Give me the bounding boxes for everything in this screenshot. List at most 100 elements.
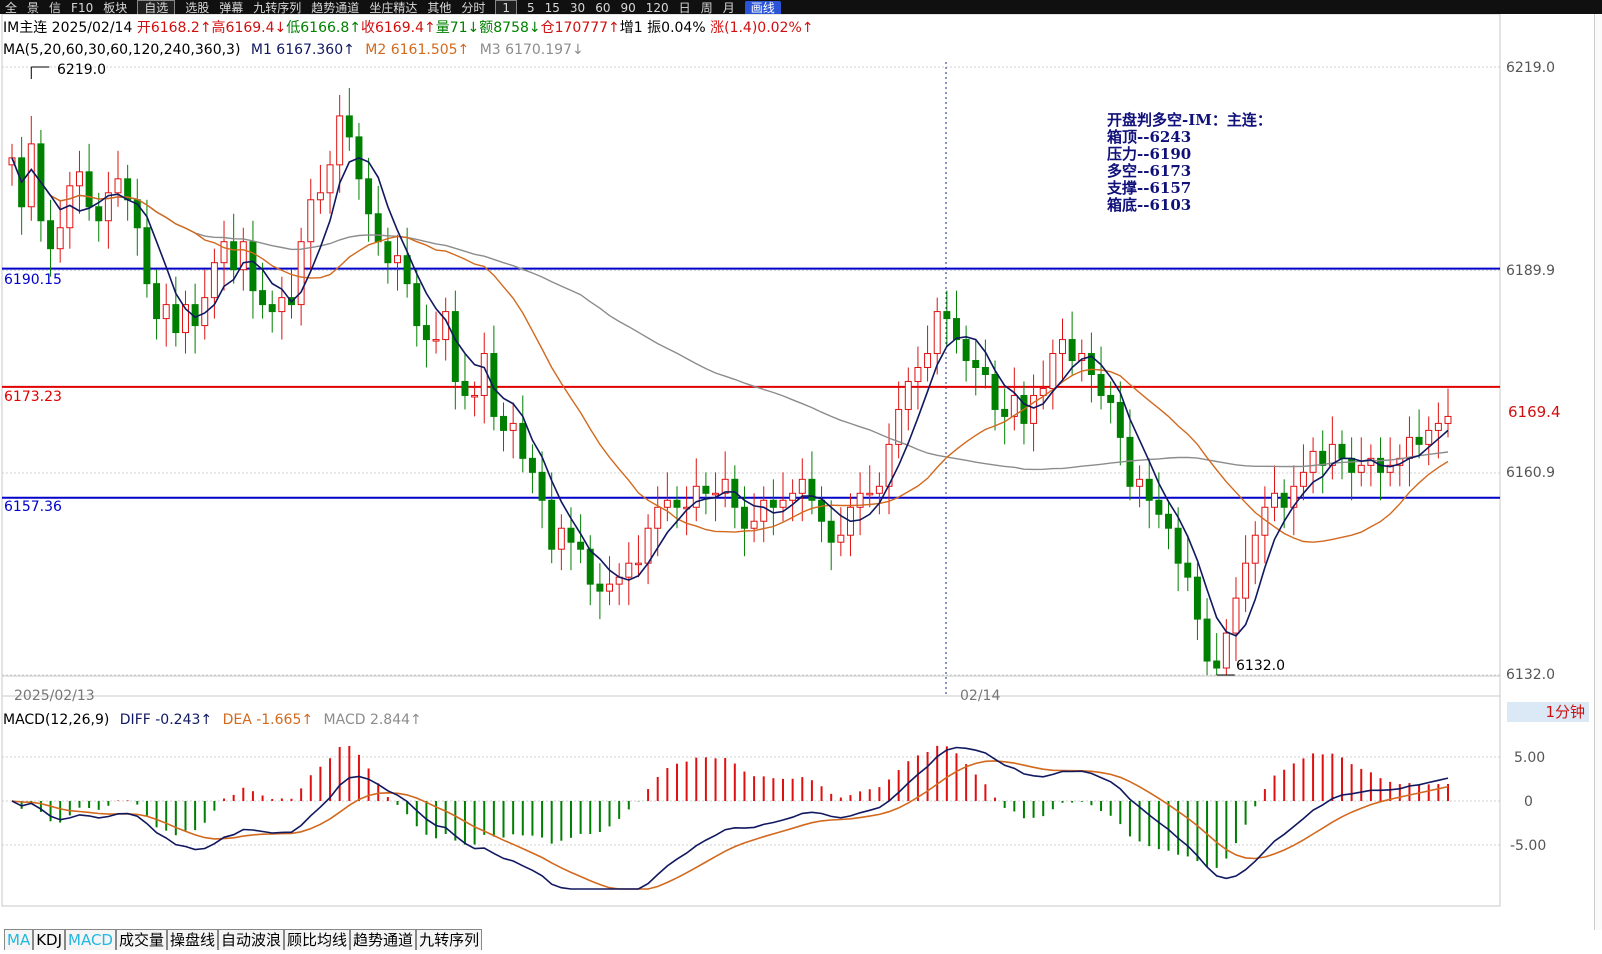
indicator-tabs: MA KDJ MACD 成交量 操盘线 自动波浪 顾比均线 趋势通道 九转序列: [4, 929, 483, 951]
candle-body: [519, 422, 527, 459]
tab-macd[interactable]: MACD: [65, 929, 116, 950]
toolbar-item[interactable]: 其他: [427, 1, 451, 14]
x-axis-left-date: 2025/02/13: [14, 688, 95, 704]
toolbar-item[interactable]: F10: [71, 1, 93, 14]
candle-body: [1425, 429, 1433, 445]
candle-body: [740, 506, 748, 529]
candle-body: [798, 478, 806, 494]
candle-body: [644, 527, 652, 564]
top-toolbar: 全景信 F10 板块 自选 选股 弹幕 九转序列 趋势通道 坐庄精达 其他 分时 1 5 15 30 60 90…: [0, 0, 1602, 14]
candle-body: [1232, 597, 1240, 634]
candle-body: [75, 171, 83, 187]
toolbar-item[interactable]: 月: [723, 1, 735, 14]
candle-body: [1213, 660, 1221, 669]
candle-body: [345, 115, 353, 138]
tab-kdj[interactable]: KDJ: [33, 929, 66, 950]
y-axis-tick: 6160.9: [1506, 465, 1555, 481]
candle-body: [230, 241, 238, 271]
toolbar-item[interactable]: 1: [495, 0, 517, 14]
candle-body: [1434, 422, 1442, 431]
quote-header: IM主连 2025/02/14 开6168.2↑高6169.4↓低6166.8↑…: [3, 20, 814, 36]
macd-y-tick: 5.00: [1514, 750, 1546, 766]
kline-chart[interactable]: [0, 13, 1602, 930]
candle-body: [1280, 492, 1288, 508]
candle-body: [1155, 499, 1163, 515]
candle-body: [528, 457, 536, 473]
toolbar-item[interactable]: 5: [527, 1, 535, 14]
tab-nine-turn[interactable]: 九转序列: [416, 929, 483, 950]
candle-body: [1145, 478, 1153, 501]
tab-trade-line[interactable]: 操盘线: [167, 929, 219, 950]
toolbar-item[interactable]: 60: [595, 1, 610, 14]
candle-body: [432, 339, 440, 342]
tab-volume[interactable]: 成交量: [115, 929, 167, 950]
toolbar-item[interactable]: 周: [701, 1, 713, 14]
volume-value: 量71↓: [435, 20, 480, 36]
macd-y-tick: -5.00: [1510, 838, 1547, 854]
candle-body: [769, 499, 777, 508]
toolbar-item[interactable]: 画线: [744, 1, 781, 14]
amount-value: 额8758↓: [479, 20, 541, 36]
toolbar-item[interactable]: 趋势通道: [311, 1, 359, 14]
candle-body: [1357, 464, 1365, 473]
toolbar-item[interactable]: 坐庄精达: [369, 1, 417, 14]
candle-body: [634, 562, 642, 566]
tab-trend-channel[interactable]: 趋势通道: [350, 929, 417, 950]
candle-body: [712, 492, 720, 496]
high-value: 高6169.4↓: [211, 20, 287, 36]
low-marker-label: 6132.0: [1236, 658, 1285, 674]
candle-body: [818, 499, 826, 522]
candle-body: [991, 373, 999, 410]
candle-body: [500, 415, 508, 431]
toolbar-item[interactable]: 120: [646, 1, 669, 14]
toolbar-item[interactable]: 九转序列: [253, 1, 301, 14]
candle-body: [27, 143, 35, 208]
toolbar-item[interactable]: 90: [620, 1, 635, 14]
candle-body: [943, 311, 951, 320]
period-selector[interactable]: 1分钟: [1507, 702, 1589, 722]
toolbar-item[interactable]: 选股: [185, 1, 209, 14]
candle-body: [326, 164, 334, 194]
level-lower-label: 6157.36: [4, 499, 62, 515]
candle-body: [143, 227, 151, 285]
candle-body: [471, 394, 479, 398]
quote-date: 2025/02/14: [51, 20, 133, 36]
toolbar-item[interactable]: 15: [545, 1, 560, 14]
toolbar-item[interactable]: 信: [49, 1, 61, 14]
candle-body: [914, 367, 922, 382]
toolbar-item[interactable]: 分时: [461, 1, 485, 14]
toolbar-item[interactable]: 30: [570, 1, 585, 14]
candle-body: [933, 311, 941, 355]
tab-ma[interactable]: MA: [4, 929, 34, 950]
annotation-line: 箱顶--6243: [1107, 128, 1192, 146]
toolbar-item[interactable]: 全: [5, 1, 17, 14]
candle-body: [153, 283, 161, 320]
annotation-line: 箱底--6103: [1107, 196, 1192, 214]
ma-label: MA(5,20,60,30,60,120,240,360,3): [3, 42, 241, 58]
candle-body: [895, 408, 903, 445]
candle-body: [1444, 415, 1452, 424]
toolbar-item[interactable]: 弹幕: [219, 1, 243, 14]
candle-body: [557, 527, 565, 550]
candle-body: [56, 227, 64, 250]
change-value: 涨(1.4)0.02%↑: [710, 20, 814, 36]
candle-body: [95, 206, 103, 222]
toolbar-item[interactable]: 板块: [103, 1, 127, 14]
candle-body: [374, 213, 382, 243]
candle-body: [1030, 394, 1038, 424]
candle-body: [1405, 436, 1413, 459]
toolbar-item[interactable]: 景: [27, 1, 39, 14]
candle-body: [1193, 576, 1201, 620]
chart-area[interactable]: [0, 13, 1602, 930]
candle-body: [1348, 457, 1356, 473]
candle-body: [548, 499, 556, 550]
candle-body: [480, 353, 488, 396]
toolbar-item[interactable]: 日: [679, 1, 691, 14]
tab-guppy-ma[interactable]: 顾比均线: [284, 929, 351, 950]
toolbar-item[interactable]: 自选: [137, 0, 176, 14]
x-axis-mid-date: 02/14: [960, 688, 1001, 704]
candle-body: [85, 171, 93, 208]
tab-auto-wave[interactable]: 自动波浪: [218, 929, 285, 950]
ma-line-m1: [11, 157, 1449, 637]
candle-body: [268, 304, 276, 313]
